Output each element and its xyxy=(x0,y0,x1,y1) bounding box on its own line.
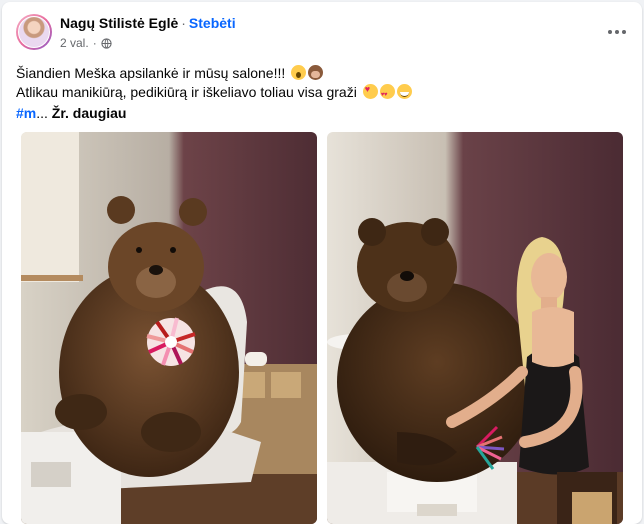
see-no-evil-monkey-emoji-icon xyxy=(308,65,324,80)
author-line: Nagų Stilistė Eglė · Stebėti xyxy=(60,15,236,31)
ellipsis: ... xyxy=(36,105,48,121)
post-text-line-1-content: Šiandien Meška apsilankė ir mūsų salone!… xyxy=(16,65,286,81)
profile-picture xyxy=(18,16,50,48)
post-text: Šiandien Meška apsilankė ir mūsų salone!… xyxy=(16,64,626,105)
post-text-line-1: Šiandien Meška apsilankė ir mūsų salone!… xyxy=(16,64,626,83)
see-more-link[interactable]: Žr. daugiau xyxy=(52,105,127,121)
more-dot xyxy=(615,30,619,34)
post-text-line-2-content: Atlikau manikiūrą, pedikiūrą ir iškeliav… xyxy=(16,84,357,100)
smiling-face-with-hearts-emoji-icon xyxy=(362,84,378,99)
grinning-sweat-emoji-icon xyxy=(396,84,412,99)
post-card: Nagų Stilistė Eglė · Stebėti 2 val. · Šian… xyxy=(2,2,642,524)
author-name[interactable]: Nagų Stilistė Eglė xyxy=(60,15,178,31)
hashtag-link[interactable]: #m xyxy=(16,105,36,121)
post-time[interactable]: 2 val. xyxy=(60,36,89,50)
more-options-button[interactable] xyxy=(602,20,632,44)
more-horizontal-icon xyxy=(608,30,612,34)
bear-in-chair-image xyxy=(21,132,317,524)
post-meta: 2 val. · xyxy=(60,36,112,50)
heart-eyes-emoji-icon xyxy=(379,84,395,105)
avatar[interactable] xyxy=(16,14,52,50)
follow-button[interactable]: Stebėti xyxy=(189,15,236,31)
post-header: Nagų Stilistė Eglė · Stebėti 2 val. · xyxy=(2,2,642,58)
more-dot xyxy=(622,30,626,34)
globe-icon xyxy=(101,37,112,49)
hashtag-line: #m... Žr. daugiau xyxy=(16,105,126,121)
post-photo-1[interactable] xyxy=(21,132,317,524)
stylist-with-bear-image xyxy=(327,132,623,524)
post-text-line-2: Atlikau manikiūrą, pedikiūrą ir iškeliav… xyxy=(16,83,626,105)
face-with-open-mouth-emoji-icon xyxy=(291,65,307,80)
meta-separator: · xyxy=(92,36,97,50)
separator-dot: · xyxy=(181,15,186,31)
post-photo-2[interactable] xyxy=(327,132,623,524)
